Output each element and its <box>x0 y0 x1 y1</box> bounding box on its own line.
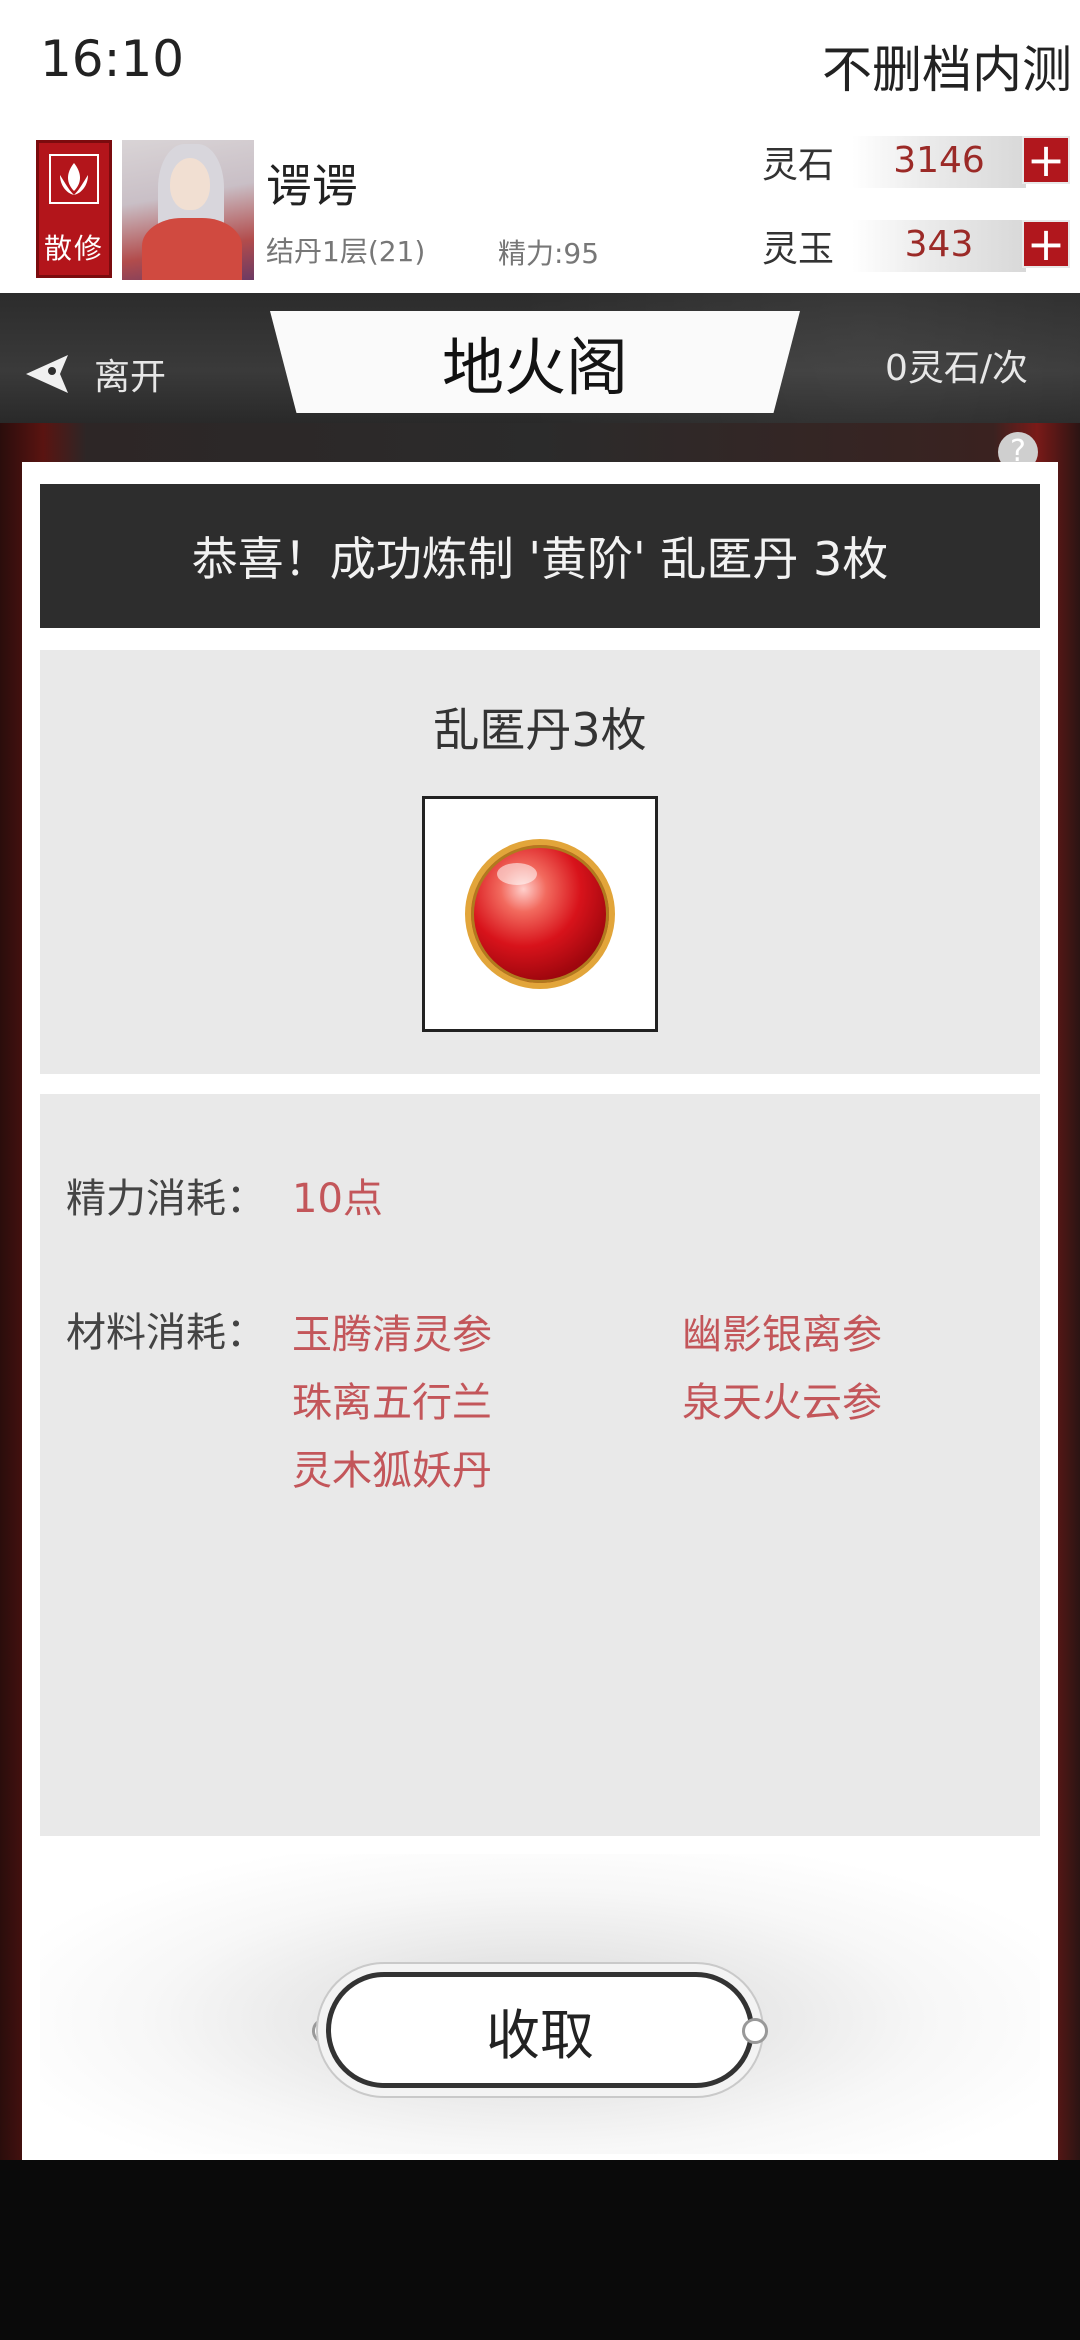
product-name: 乱匿丹3枚 <box>433 703 647 757</box>
title-plate: 地火阁 <box>270 311 800 413</box>
lotus-icon <box>46 151 102 207</box>
avatar-robe <box>142 218 242 280</box>
sect-badge[interactable]: 散修 <box>36 140 112 278</box>
title-bar: 离开 地火阁 0灵石/次 <box>0 293 1080 423</box>
add-spirit-jade-button[interactable]: + <box>1022 220 1070 268</box>
material-item: 珠离五行兰 <box>292 1380 492 1426</box>
collect-button[interactable]: 收取 <box>326 1972 754 2088</box>
red-pill-icon <box>465 839 615 989</box>
product-card: 乱匿丹3枚 <box>40 650 1040 1074</box>
product-frame[interactable] <box>422 796 658 1032</box>
collect-area: 收取 <box>40 1854 1040 2154</box>
material-item: 泉天火云参 <box>682 1380 882 1426</box>
player-name: 谔谔 <box>266 159 358 213</box>
materials-cost-label: 材料消耗： <box>66 1310 266 1356</box>
currency-spirit-stone: 灵石 3146 + <box>760 132 1072 194</box>
server-name: 不删档内测 <box>822 41 1072 99</box>
cost-per-use: 0灵石/次 <box>884 348 1028 389</box>
currency-label: 灵玉 <box>762 229 835 270</box>
status-time: 16:10 <box>40 30 185 88</box>
avatar[interactable] <box>122 140 254 280</box>
currency-spirit-jade: 灵玉 343 + <box>760 216 1072 278</box>
material-item: 幽影银离参 <box>682 1312 882 1358</box>
energy-cost-label: 精力消耗： <box>66 1176 266 1222</box>
result-panel: 恭喜！成功炼制 '黄阶' 乱匿丹 3枚 乱匿丹3枚 精力消耗： 10点 材料消耗… <box>22 462 1058 2160</box>
material-item: 灵木狐妖丹 <box>292 1448 492 1494</box>
energy-cost-value: 10点 <box>292 1176 383 1222</box>
cost-card: 精力消耗： 10点 材料消耗： 玉腾清灵参 幽影银离参 珠离五行兰 泉天火云参 … <box>40 1094 1040 1836</box>
player-header: 散修 谔谔 结丹1层(21) 精力:95 灵石 3146 + 灵玉 343 + <box>0 130 1080 293</box>
bottom-area <box>0 2160 1080 2340</box>
currency-value: 3146 <box>893 140 985 181</box>
avatar-face <box>170 158 210 210</box>
leave-button[interactable]: 离开 <box>0 337 280 411</box>
collect-label: 收取 <box>486 2003 594 2067</box>
sect-label: 散修 <box>43 232 104 265</box>
material-item: 玉腾清灵参 <box>292 1312 492 1358</box>
back-arrow-icon <box>26 355 68 393</box>
page-title: 地火阁 <box>441 331 628 404</box>
status-bar: 16:10 不删档内测 <box>0 0 1080 130</box>
add-spirit-stone-button[interactable]: + <box>1022 136 1070 184</box>
leave-label: 离开 <box>94 357 167 398</box>
result-banner: 恭喜！成功炼制 '黄阶' 乱匿丹 3枚 <box>40 484 1040 628</box>
player-energy: 精力:95 <box>498 237 600 270</box>
result-message: 恭喜！成功炼制 '黄阶' 乱匿丹 3枚 <box>191 532 889 586</box>
currency-value: 343 <box>904 224 974 265</box>
currency-label: 灵石 <box>762 145 835 186</box>
button-knob-right <box>742 2018 768 2044</box>
player-realm: 结丹1层(21) <box>266 235 426 268</box>
